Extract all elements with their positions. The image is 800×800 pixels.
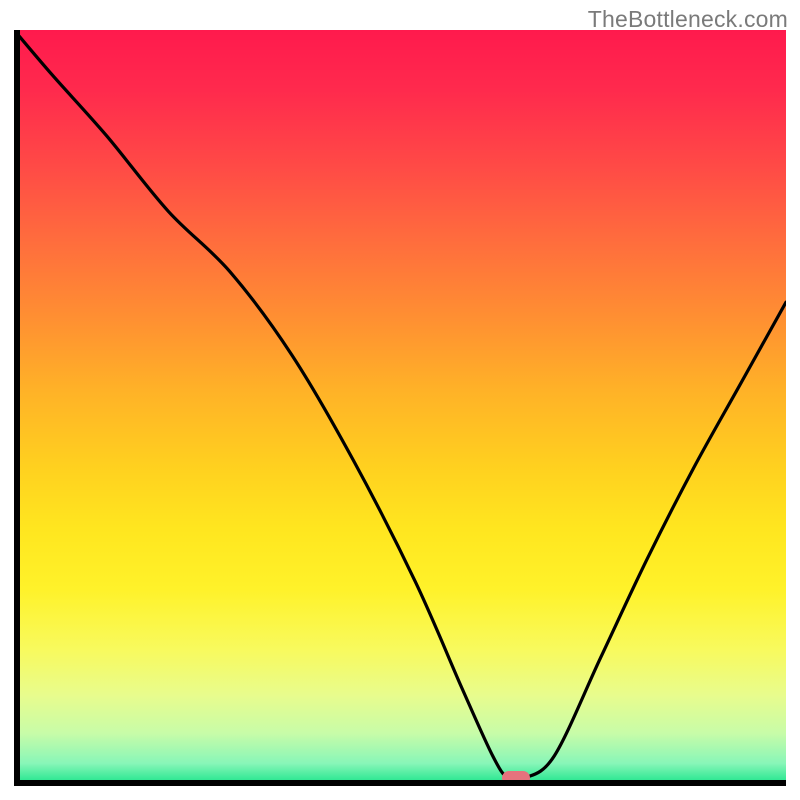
plot-area xyxy=(14,30,786,786)
watermark-label: TheBottleneck.com xyxy=(588,6,788,33)
optimal-point-marker xyxy=(502,771,530,785)
bottleneck-curve xyxy=(14,30,786,786)
chart-container: TheBottleneck.com xyxy=(0,0,800,800)
